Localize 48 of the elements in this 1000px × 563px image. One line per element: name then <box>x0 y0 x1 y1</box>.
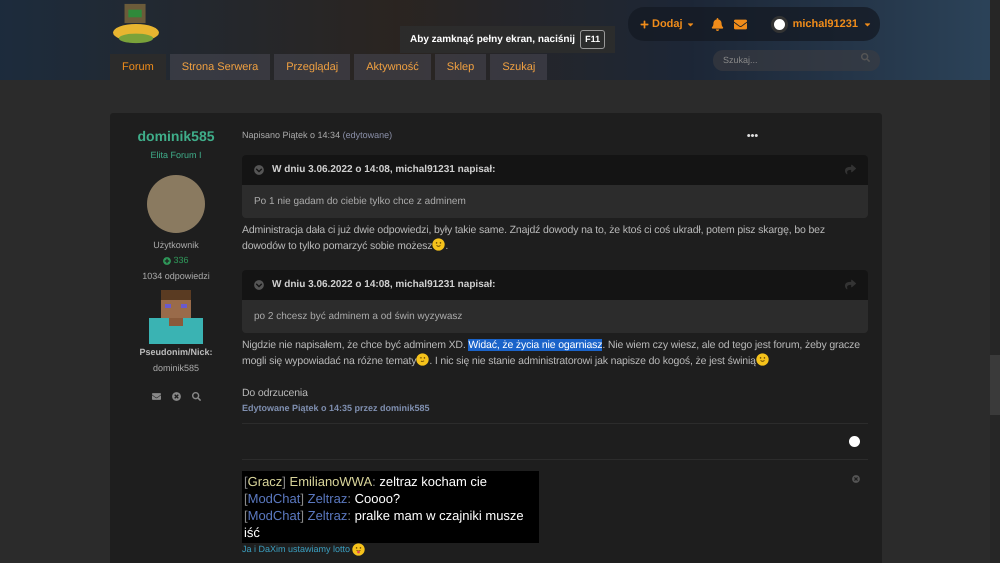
notifications-icon[interactable] <box>710 18 724 30</box>
collapse-icon[interactable] <box>254 280 264 290</box>
field-label: Pseudonim/Nick: <box>139 346 212 359</box>
quote-header: W dniu 3.06.2022 o 14:08, michal91231 napisał: <box>272 163 496 177</box>
tongue-face-icon <box>352 543 366 556</box>
nav-tab[interactable]: Forum <box>110 54 166 80</box>
ignore-icon[interactable] <box>172 392 180 401</box>
quote-header: W dniu 3.06.2022 o 14:08, michal91231 napisał: <box>272 278 496 292</box>
user-group: Użytkownik <box>153 238 199 252</box>
quote-text: Po 1 nie gadam do ciebie tylko chce z adminem <box>254 194 466 208</box>
collapse-icon[interactable] <box>254 164 264 174</box>
smiley-face-icon <box>756 352 769 366</box>
minecraft-skin-drawing <box>149 290 203 344</box>
search-field[interactable]: Szukaj... <box>713 50 880 70</box>
chat-line: [Gracz] EmilianoWWA: zeltraz kocham cie <box>244 473 488 490</box>
quote-text: po 2 chcesz być adminem a od świn wyzywasz <box>254 310 462 324</box>
chat-line: [ModChat] Zeltraz: Coooo? <box>244 490 402 507</box>
nav-tab[interactable]: Szukaj <box>490 54 548 80</box>
nav-tab[interactable]: Przeglądaj <box>274 54 350 80</box>
nav-tab[interactable]: Strona Serwera <box>170 54 270 80</box>
winking-face-icon <box>416 352 430 366</box>
post-date: Napisano Piątek o 14:34 (edytowane) <box>242 129 392 142</box>
edit-note: Edytowane Piątek o 14:35 przez dominik585 <box>242 402 431 415</box>
reply-count: 1034 odpowiedzi <box>142 270 210 283</box>
fullscreen-notice: Aby zamknąć pełny ekran, naciśnij <box>410 33 576 47</box>
logo-drawing <box>110 2 162 46</box>
search-icon <box>861 53 870 62</box>
post-paragraph: Nigdzie nie napisałem, że chce być adminem XD. Widać, że życia nie ogarniasz. Nie wiem czy wiesz, ale od tego jest forum, żeby gracze mogli się wypowiadać na różne tematy . I nic się nie stanie administratorowi jak napisze do kogoś, że jest świnią <box>242 338 861 368</box>
post-paragraph: Do odrzucenia <box>242 386 309 400</box>
message-icon[interactable] <box>152 392 160 401</box>
chat-line: [ModChat] Zeltraz: pralke mam w czajniki musze iść <box>244 507 525 541</box>
field-value: dominik585 <box>152 362 200 374</box>
post-paragraph: Administracja dała ci już dwie odpowiedzi, były takie same. Znajdź dowody na to, że ktoś ci coś ukradł, potem pisz skargę, bo bez dowodów to tylko pomarzyć sobie możesz . <box>242 222 826 254</box>
user-menu[interactable]: michal91231 <box>770 16 872 32</box>
smiley-face-icon <box>432 238 446 250</box>
author-rank: Elita Forum I <box>150 149 202 162</box>
author-name[interactable]: dominik585 <box>137 126 215 147</box>
reputation: 336 <box>173 254 189 267</box>
key-label: F11 <box>580 30 606 50</box>
nav-tab[interactable]: Aktywność <box>354 54 431 80</box>
messages-icon[interactable] <box>734 18 747 30</box>
plus-icon <box>163 256 172 265</box>
add-button[interactable]: Dodaj <box>640 16 695 32</box>
avatar-icon <box>770 16 788 32</box>
plus-icon <box>640 20 649 28</box>
nav-tab[interactable]: Sklep <box>434 54 486 80</box>
signature-caption: Ja i DaXim ustawiamy lotto <box>242 543 350 556</box>
search-icon[interactable] <box>192 392 200 401</box>
